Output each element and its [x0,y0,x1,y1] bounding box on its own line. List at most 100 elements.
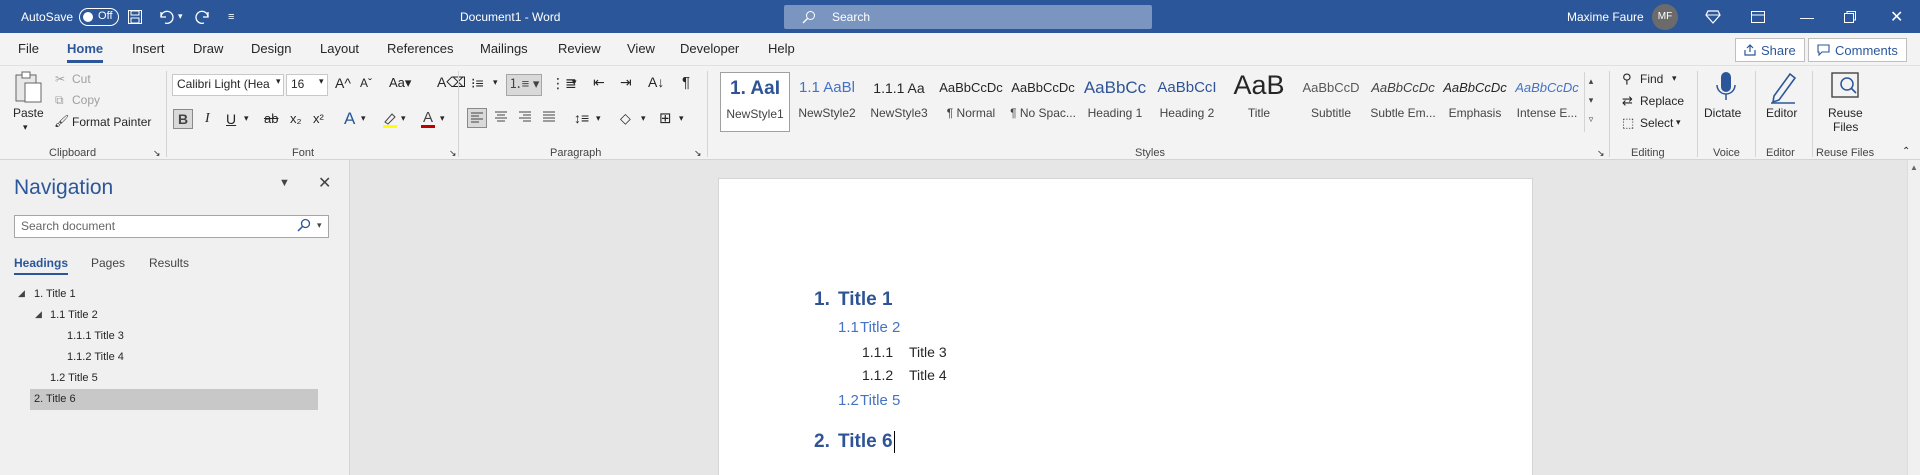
reuse-button-line2[interactable]: Files [1833,120,1858,134]
heading-item[interactable]: 1.1.1 Title 3 [67,326,314,347]
search-bar[interactable]: Search [784,5,1152,29]
shading-icon[interactable]: ◇ [620,110,631,127]
bold-icon[interactable]: B [173,109,193,129]
bullets-dropdown-icon[interactable]: ▾ [493,77,498,88]
grow-font-icon[interactable]: A^ [335,75,351,91]
subscript-icon[interactable]: x₂ [290,111,302,126]
format-painter-button[interactable]: Format Painter [72,115,151,129]
style-normal[interactable]: AaBbCcDc ¶ Normal [936,72,1006,132]
heading-item-selected[interactable]: 2. Title 6 [30,389,318,410]
tab-help[interactable]: Help [768,33,795,66]
redo-icon[interactable] [195,0,213,33]
style-subtle-emphasis[interactable]: AaBbCcDc Subtle Em... [1368,72,1438,132]
autosave-toggle[interactable]: Off [79,7,120,26]
style-intense-emphasis[interactable]: AaBbCcDc Intense E... [1512,72,1582,132]
decrease-indent-icon[interactable]: ⇤ [593,74,605,91]
borders-icon[interactable]: ⊞ [659,109,672,127]
pane-options-icon[interactable]: ▼ [279,177,290,189]
shrink-font-icon[interactable]: Aˇ [360,76,372,90]
bullets-icon[interactable]: ⁝≡ [471,75,484,92]
heading-2-title5[interactable]: Title 5 [860,392,900,409]
share-button[interactable]: Share [1735,38,1805,62]
multilevel-dropdown-icon[interactable]: ▾ [572,77,577,88]
customize-toolbar-icon[interactable]: ≡ [228,0,234,33]
tab-headings[interactable]: Headings [14,256,69,275]
line-spacing-dropdown-icon[interactable]: ▾ [596,113,601,124]
clear-formatting-icon[interactable]: A⌫ [437,74,466,91]
style-no-spacing[interactable]: AaBbCcDc ¶ No Spac... [1008,72,1078,132]
tab-mailings[interactable]: Mailings [480,33,528,66]
tab-pages[interactable]: Pages [91,256,125,270]
collapse-title1-icon[interactable]: ◢ [18,288,25,299]
search-icon[interactable] [297,218,311,235]
find-button[interactable]: Find [1640,72,1663,86]
style-newstyle2[interactable]: 1.1 AaBl NewStyle2 [792,72,862,132]
scroll-up-icon[interactable]: ▲ [1910,163,1918,172]
collapse-title2-icon[interactable]: ◢ [35,309,42,320]
tab-references[interactable]: References [387,33,453,66]
paste-icon[interactable] [12,70,44,104]
underline-icon[interactable]: U [226,111,236,127]
styles-launcher-icon[interactable]: ↘ [1597,148,1605,159]
tab-view[interactable]: View [627,33,655,66]
italic-icon[interactable]: I [205,111,210,127]
tab-results[interactable]: Results [149,256,189,270]
autosave-control[interactable]: AutoSave Off [21,0,120,33]
tab-draw[interactable]: Draw [193,33,223,66]
heading-2-title2[interactable]: Title 2 [860,319,900,336]
reuse-button-line1[interactable]: Reuse [1828,106,1863,120]
user-name[interactable]: Maxime Faure [1567,0,1644,33]
paste-button[interactable]: Paste [13,106,44,120]
heading-3-title4[interactable]: Title 4 [909,367,947,383]
font-color-dropdown-icon[interactable]: ▾ [440,113,445,124]
heading-item[interactable]: 1.2 Title 5 [50,368,314,389]
heading-item[interactable]: 1.1 Title 2 [50,305,314,326]
diamond-icon[interactable] [1705,0,1721,33]
heading-1-title6[interactable]: Title 6 [838,431,895,453]
tab-insert[interactable]: Insert [132,33,165,66]
tab-home[interactable]: Home [67,33,104,66]
strikethrough-icon[interactable]: ab [264,111,278,126]
style-heading2[interactable]: AaBbCcI Heading 2 [1152,72,1222,132]
clipboard-launcher-icon[interactable]: ↘ [153,148,161,159]
style-heading1[interactable]: AaBbCc Heading 1 [1080,72,1150,132]
style-title[interactable]: AaB Title [1224,72,1294,132]
cut-button[interactable]: Cut [72,72,91,86]
comments-button[interactable]: Comments [1808,38,1907,62]
line-spacing-icon[interactable]: ↕≡ [574,110,589,126]
document-page[interactable]: 1. Title 1 1.1 Title 2 1.1.1 Title 3 1.1… [718,178,1533,475]
shading-dropdown-icon[interactable]: ▾ [641,113,646,124]
close-icon[interactable]: ✕ [1890,0,1903,33]
underline-dropdown-icon[interactable]: ▾ [244,113,249,124]
undo-dropdown-icon[interactable]: ▾ [178,0,183,33]
justify-icon[interactable] [541,110,557,126]
minimize-icon[interactable]: — [1800,0,1814,33]
tab-developer[interactable]: Developer [680,33,739,66]
change-case-icon[interactable]: Aa▾ [389,75,411,91]
tab-review[interactable]: Review [558,33,601,66]
text-effects-dropdown-icon[interactable]: ▾ [361,113,366,124]
vertical-scrollbar[interactable]: ▲ [1907,160,1920,475]
search-dropdown-icon[interactable]: ▾ [317,220,322,231]
microphone-icon[interactable] [1715,70,1737,104]
undo-icon[interactable] [157,0,175,33]
font-name-field[interactable]: Calibri Light (Hea [172,74,284,96]
style-emphasis[interactable]: AaBbCcDc Emphasis [1440,72,1510,132]
editor-button[interactable]: Editor [1766,106,1797,120]
editor-pen-icon[interactable] [1768,70,1798,104]
ribbon-display-options-icon[interactable] [1751,0,1765,33]
highlight-icon[interactable] [381,110,399,128]
font-size-dropdown-icon[interactable]: ▾ [319,76,324,87]
styles-scroll-controls[interactable]: ▴ ▾ ▿ [1584,72,1597,132]
tab-file[interactable]: File [18,33,39,66]
highlight-dropdown-icon[interactable]: ▾ [401,113,406,124]
font-name-dropdown-icon[interactable]: ▾ [276,76,281,87]
tab-layout[interactable]: Layout [320,33,359,66]
select-button[interactable]: Select [1640,116,1673,130]
replace-button[interactable]: Replace [1640,94,1684,108]
increase-indent-icon[interactable]: ⇥ [620,74,632,91]
find-dropdown-icon[interactable]: ▾ [1672,73,1677,84]
save-icon[interactable] [127,0,143,33]
copy-button[interactable]: Copy [72,93,100,107]
dictate-button[interactable]: Dictate [1704,106,1741,120]
